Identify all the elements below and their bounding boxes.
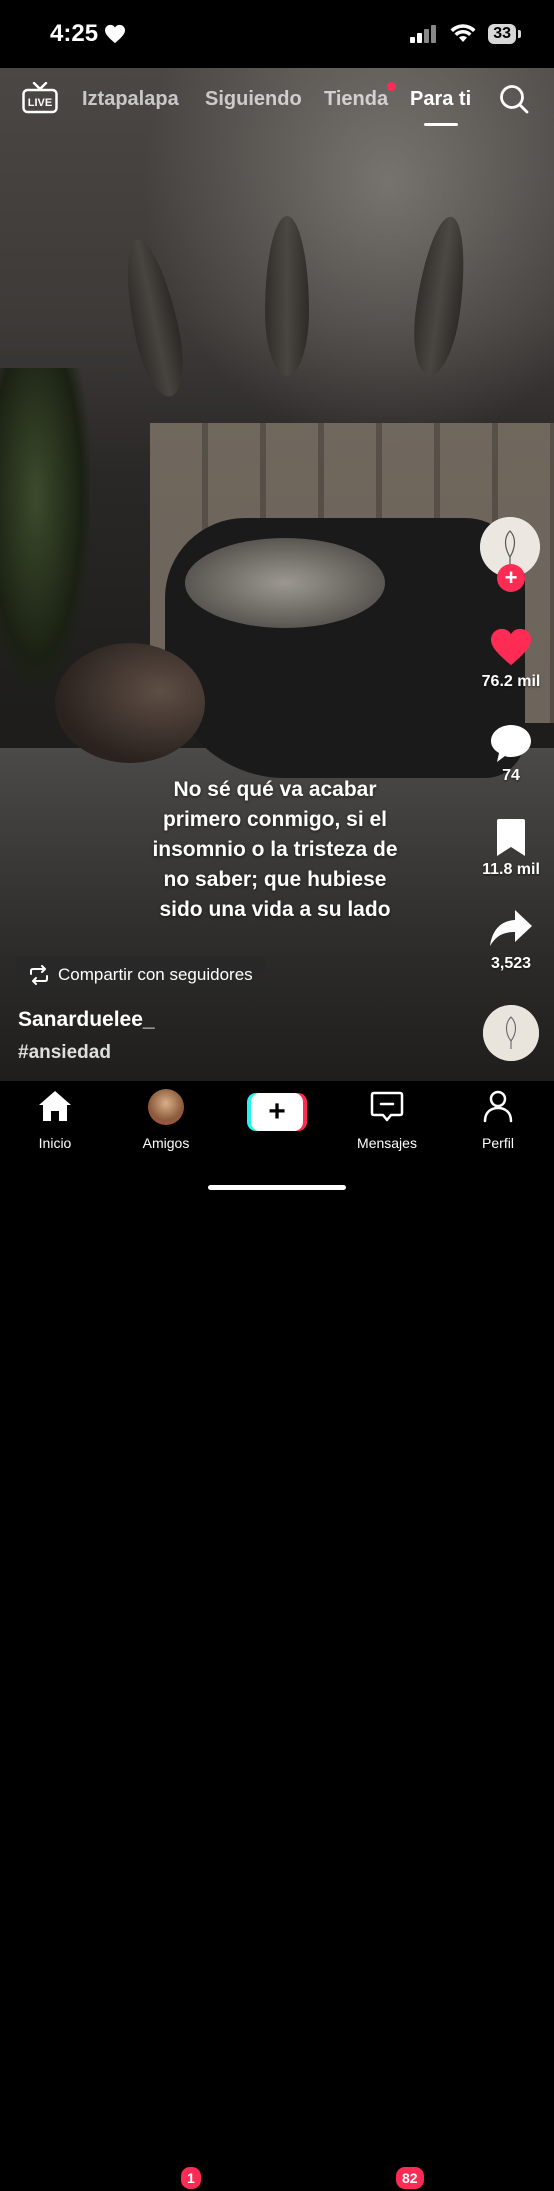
- top-nav: LIVE Iztapalapa Siguiendo Tienda Para ti: [0, 78, 554, 128]
- comment-icon[interactable]: [489, 723, 533, 765]
- status-bar: 4:25 33: [0, 0, 554, 68]
- comment-count: 74: [502, 767, 520, 784]
- tab-tienda[interactable]: Tienda: [324, 88, 388, 111]
- status-time: 4:25: [50, 20, 126, 48]
- notification-dot: [387, 82, 396, 91]
- create-plus-icon: +: [251, 1093, 303, 1131]
- nav-friends-label: Amigos: [142, 1135, 190, 1151]
- signal-icon: [410, 25, 437, 43]
- live-icon[interactable]: LIVE: [22, 82, 58, 114]
- username[interactable]: Sanarduelee_: [18, 1008, 155, 1032]
- nav-inbox-label: Mensajes: [357, 1135, 417, 1151]
- bookmark-icon[interactable]: [494, 818, 528, 858]
- nav-profile[interactable]: Perfil: [458, 1089, 538, 1151]
- music-disc-logo-icon: [483, 1005, 539, 1061]
- battery-indicator: 33: [488, 24, 521, 44]
- home-icon: [39, 1091, 71, 1121]
- repost-icon: [30, 965, 48, 985]
- caption-line: primero conmigo, si el: [162, 808, 388, 831]
- share-count: 3,523: [490, 955, 532, 972]
- active-tab-indicator: [424, 123, 458, 126]
- search-icon[interactable]: [498, 83, 530, 115]
- plant: [0, 368, 90, 688]
- caption-line: no saber; que hubiese: [163, 868, 387, 891]
- pillow: [185, 538, 385, 628]
- tab-siguiendo[interactable]: Siguiendo: [205, 88, 302, 111]
- share-with-followers-button[interactable]: Compartir con seguidores: [16, 956, 265, 994]
- home-indicator: [208, 1185, 346, 1190]
- wifi-icon: [450, 24, 476, 42]
- avatar: [148, 1089, 184, 1125]
- like-heart-icon[interactable]: [489, 627, 533, 667]
- share-chip-label: Compartir con seguidores: [58, 965, 253, 984]
- bookmark-count: 11.8 mil: [482, 861, 540, 878]
- hashtag-link[interactable]: #ansiedad: [18, 1042, 111, 1064]
- follow-button[interactable]: +: [497, 564, 525, 592]
- share-arrow-icon[interactable]: [489, 908, 533, 948]
- like-count: 76.2 mil: [481, 673, 541, 690]
- tab-iztapalapa[interactable]: Iztapalapa: [82, 88, 179, 111]
- nav-profile-label: Perfil: [482, 1135, 514, 1151]
- caption-line: No sé qué va acabar: [173, 778, 377, 801]
- live-label: LIVE: [28, 97, 52, 109]
- inbox-badge: 82: [394, 2165, 426, 2191]
- caption-line: sido una vida a su lado: [159, 898, 391, 921]
- video-player[interactable]: [0, 68, 554, 1081]
- friends-badge: 1: [179, 2165, 203, 2191]
- tab-para-ti[interactable]: Para ti: [410, 88, 471, 111]
- inbox-icon: [370, 1091, 404, 1122]
- profile-icon: [483, 1090, 513, 1123]
- nav-home[interactable]: Inicio: [15, 1089, 95, 1151]
- caption-line: insomnio o la tristeza de: [152, 838, 398, 861]
- person: [55, 643, 205, 763]
- music-disc[interactable]: [483, 1005, 539, 1061]
- heart-icon: [105, 24, 126, 44]
- create-button[interactable]: +: [247, 1093, 307, 1131]
- nav-home-label: Inicio: [38, 1135, 72, 1151]
- video-caption: No sé qué va acabar primero conmigo, si …: [130, 775, 420, 925]
- nav-inbox[interactable]: Mensajes: [347, 1089, 427, 1151]
- bottom-nav: Inicio Amigos 1 + Mensajes 82 Perfil: [0, 1081, 554, 2191]
